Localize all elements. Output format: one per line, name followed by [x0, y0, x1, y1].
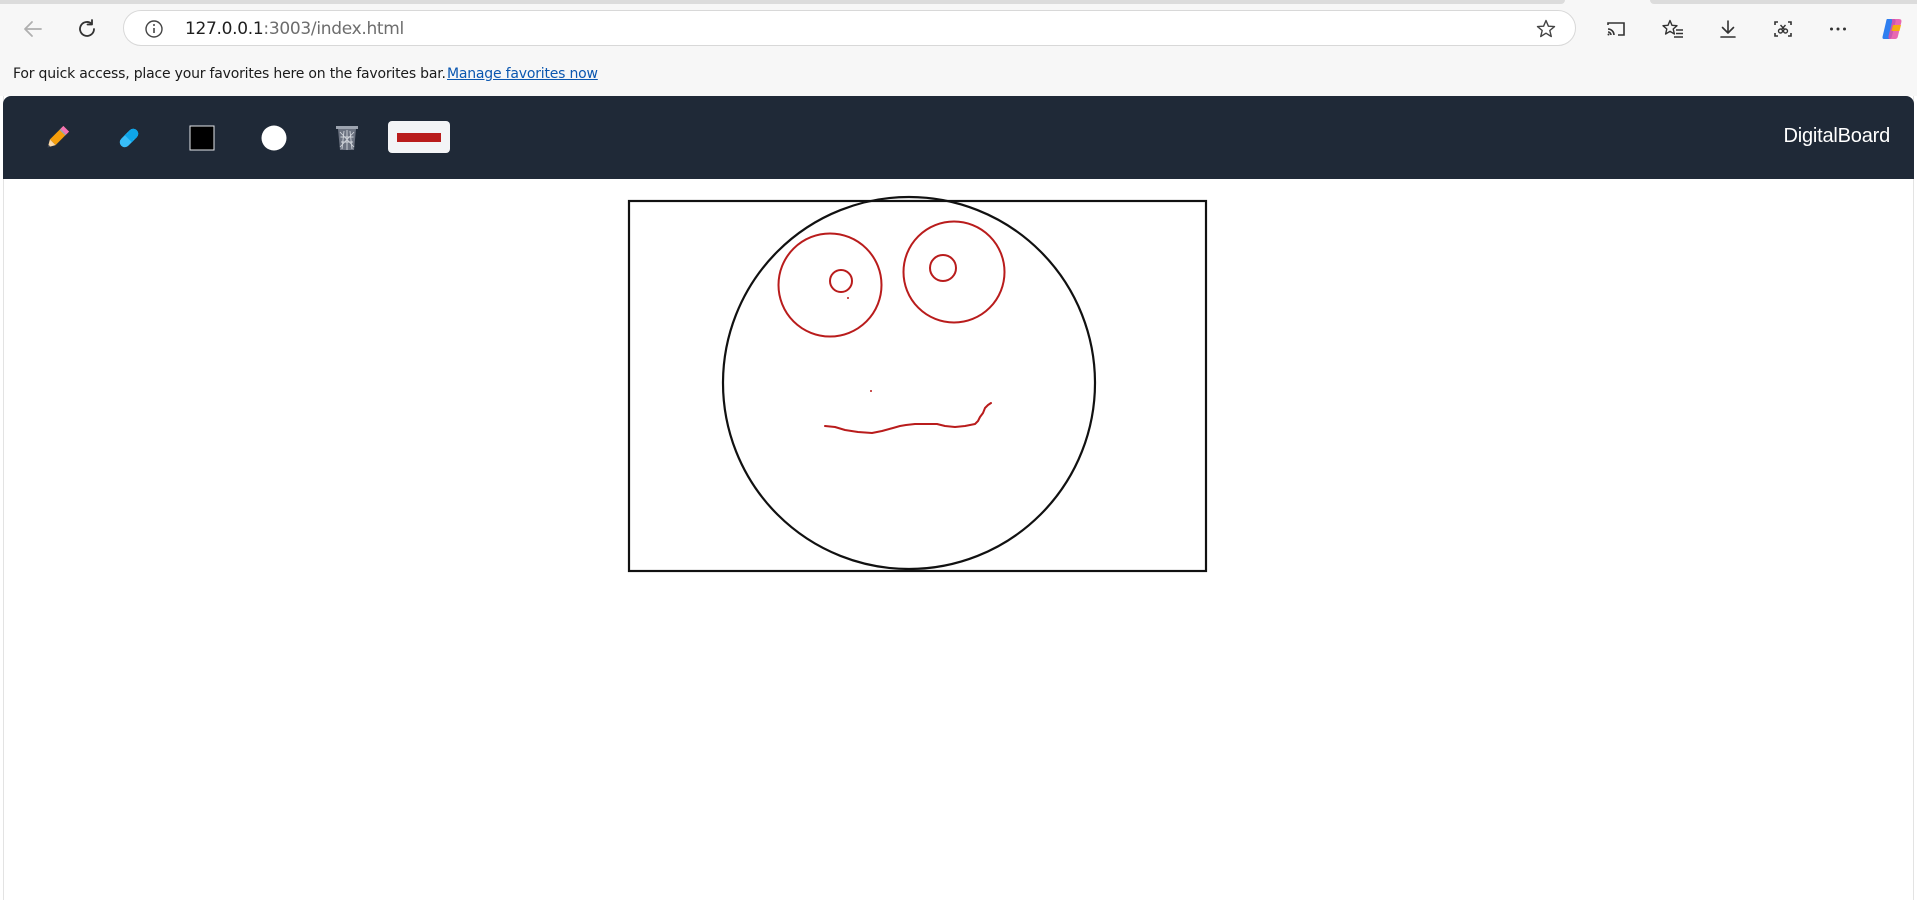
drawn-mouth — [824, 402, 992, 434]
manage-favorites-link[interactable]: Manage favorites now — [447, 66, 598, 82]
cast-button[interactable] — [1601, 14, 1631, 44]
browser-toolbar: 127.0.0.1:3003/index.html — [0, 0, 1917, 57]
drawn-right-eye — [902, 220, 1006, 324]
cast-icon — [1607, 22, 1625, 36]
site-info-icon[interactable] — [144, 19, 164, 39]
brush-size-preview — [397, 132, 441, 142]
tab-strip-right — [1650, 0, 1917, 4]
favorite-star-icon[interactable] — [1535, 18, 1557, 40]
drawing-canvas[interactable] — [0, 179, 1917, 900]
app-toolbar: DigitalBoard — [3, 96, 1914, 179]
url-host: 127.0.0.1 — [185, 19, 264, 39]
favorites-bar: For quick access, place your favorites h… — [0, 57, 1917, 96]
url-path: :3003/index.html — [263, 19, 404, 39]
rectangle-tool-button[interactable] — [184, 120, 220, 156]
favorites-list-icon — [1662, 19, 1683, 38]
more-menu-button[interactable] — [1823, 14, 1853, 44]
drawn-face-circle — [721, 195, 1097, 571]
download-icon — [1720, 20, 1736, 38]
circle-icon — [261, 125, 287, 151]
drawn-right-pupil — [929, 254, 957, 282]
back-button[interactable] — [18, 14, 48, 44]
refresh-icon — [79, 19, 95, 37]
clear-board-button[interactable] — [329, 120, 365, 156]
screenshot-button[interactable] — [1768, 14, 1798, 44]
copilot-button[interactable] — [1877, 14, 1907, 44]
favorites-button[interactable] — [1658, 14, 1688, 44]
drawn-left-pupil — [829, 269, 853, 293]
pencil-tool-button[interactable] — [39, 120, 75, 156]
refresh-button[interactable] — [72, 14, 102, 44]
circle-tool-button[interactable] — [256, 120, 292, 156]
square-icon — [189, 125, 215, 151]
app-brand: DigitalBoard — [1783, 125, 1890, 147]
eraser-icon — [119, 128, 139, 148]
eraser-tool-button[interactable] — [111, 120, 147, 156]
downloads-button[interactable] — [1713, 14, 1743, 44]
url-text[interactable]: 127.0.0.1:3003/index.html — [185, 19, 404, 39]
pencil-icon — [47, 125, 70, 148]
drawn-rectangle — [627, 199, 1208, 573]
trash-icon — [336, 126, 358, 150]
copilot-icon — [1882, 19, 1902, 39]
drawn-dot — [847, 297, 849, 299]
address-bar[interactable]: 127.0.0.1:3003/index.html — [123, 10, 1576, 46]
screenshot-icon — [1774, 21, 1792, 37]
back-arrow-icon — [24, 21, 42, 37]
favorites-bar-message: For quick access, place your favorites h… — [13, 66, 446, 82]
drawn-nose-dot — [870, 390, 872, 392]
more-dots-icon — [1830, 27, 1846, 31]
tab-strip — [0, 0, 1565, 4]
brush-size-button[interactable] — [388, 121, 450, 153]
